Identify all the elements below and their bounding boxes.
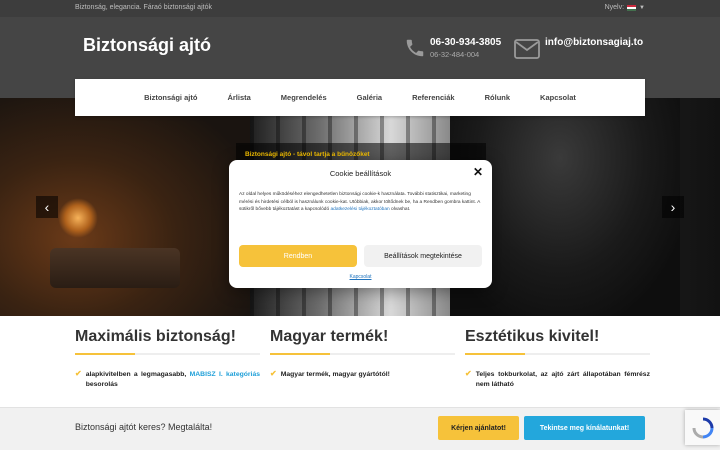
- mabisz-category-link[interactable]: MABISZ I. kategóriás: [190, 371, 260, 378]
- feature-text: Teljes tokburkolat, az ajtó zárt állapot…: [475, 371, 650, 389]
- nav-item-megrendeles[interactable]: Megrendelés: [281, 93, 327, 102]
- request-quote-button[interactable]: Kérjen ajánlatot!: [438, 416, 519, 440]
- tagline: Biztonság, elegancia. Fáraó biztonsági a…: [75, 4, 212, 11]
- accept-cookies-button[interactable]: Rendben: [239, 245, 357, 267]
- check-icon: ✔: [270, 369, 277, 378]
- top-bar: Biztonság, elegancia. Fáraó biztonsági a…: [0, 0, 720, 17]
- feature-text-after: besorolás: [85, 381, 118, 389]
- nav-item-rolunk[interactable]: Rólunk: [485, 93, 510, 102]
- feature-text: Magyar termék, magyar gyártótól!: [280, 371, 390, 378]
- feature-title: Esztétikus kivitel!: [465, 328, 600, 345]
- divider: [75, 353, 260, 355]
- hero-caption-text: Biztonsági ajtó - távol tartja a bűnözők…: [245, 151, 370, 158]
- feature-security: Maximális biztonság! ✔ alapkivitelben a …: [75, 328, 260, 390]
- close-icon[interactable]: ✕: [473, 165, 483, 179]
- feature-aesthetic: Esztétikus kivitel! ✔ Teljes tokburkolat…: [465, 328, 650, 390]
- cookie-text-end: olvashat.: [391, 207, 411, 213]
- cta-question: Biztonsági ajtót keres? Megtalálta!: [75, 422, 213, 432]
- email-link[interactable]: info@biztonsagiaj.to: [545, 37, 643, 48]
- check-icon: ✔: [465, 369, 472, 378]
- language-label: Nyelv:: [604, 4, 625, 11]
- slider-next-button[interactable]: ›: [662, 196, 684, 218]
- nav-item-referenciak[interactable]: Referenciák: [412, 93, 455, 102]
- recaptcha-icon: [692, 417, 713, 438]
- cta-bar: Biztonsági ajtót keres? Megtalálta! Kérj…: [0, 407, 720, 450]
- feature-item: ✔ alapkivitelben a legmagasabb, MABISZ I…: [75, 370, 260, 390]
- hungarian-flag-icon: [627, 4, 637, 11]
- view-offers-button[interactable]: Tekintse meg kínálatunkat!: [524, 416, 645, 440]
- check-icon: ✔: [75, 369, 82, 378]
- feature-text-before: alapkivitelben a legmagasabb,: [85, 371, 187, 378]
- feature-hungarian-product: Magyar termék! ✔ Magyar termék, magyar g…: [270, 328, 455, 380]
- phone-secondary[interactable]: 06-32-484-004: [430, 50, 479, 59]
- chevron-down-icon: ▼: [639, 4, 645, 11]
- feature-title: Magyar termék!: [270, 328, 389, 345]
- feature-item: ✔ Teljes tokburkolat, az ajtó zárt állap…: [465, 370, 650, 390]
- divider: [270, 353, 455, 355]
- recaptcha-badge[interactable]: [685, 410, 720, 445]
- envelope-icon: [514, 39, 540, 59]
- cookie-dialog-text: Az oldal helyes működéséhez elengedhetet…: [239, 191, 482, 214]
- phone-icon: [406, 39, 424, 57]
- divider: [465, 353, 650, 355]
- lamp-glow: [58, 198, 98, 238]
- feature-text: alapkivitelben a legmagasabb, MABISZ I. …: [86, 370, 260, 390]
- feature-title: Maximális biztonság!: [75, 328, 236, 345]
- privacy-policy-link[interactable]: adatkezelési tájékoztatóban: [330, 207, 389, 212]
- phone-primary[interactable]: 06-30-934-3805: [430, 37, 501, 48]
- nav-item-kapcsolat[interactable]: Kapcsolat: [540, 93, 576, 102]
- main-navigation: Biztonsági ajtó Árlista Megrendelés Galé…: [75, 79, 645, 116]
- site-logo[interactable]: Biztonsági ajtó: [83, 35, 211, 56]
- contact-link[interactable]: Kapcsolat: [229, 274, 492, 280]
- feature-item: ✔ Magyar termék, magyar gyártótól!: [270, 370, 455, 380]
- cookie-dialog-title: Cookie beállítások: [329, 169, 392, 178]
- nav-item-galeria[interactable]: Galéria: [357, 93, 382, 102]
- slider-prev-button[interactable]: ‹: [36, 196, 58, 218]
- view-settings-button[interactable]: Beállítások megtekintése: [364, 245, 482, 267]
- bed-shape: [50, 248, 180, 288]
- language-selector[interactable]: Nyelv: ▼: [605, 4, 645, 11]
- nav-item-arlista[interactable]: Árlista: [227, 93, 250, 102]
- nav-item-biztonsagi-ajto[interactable]: Biztonsági ajtó: [144, 93, 197, 102]
- cookie-consent-dialog: Cookie beállítások ✕ Az oldal helyes műk…: [229, 160, 492, 288]
